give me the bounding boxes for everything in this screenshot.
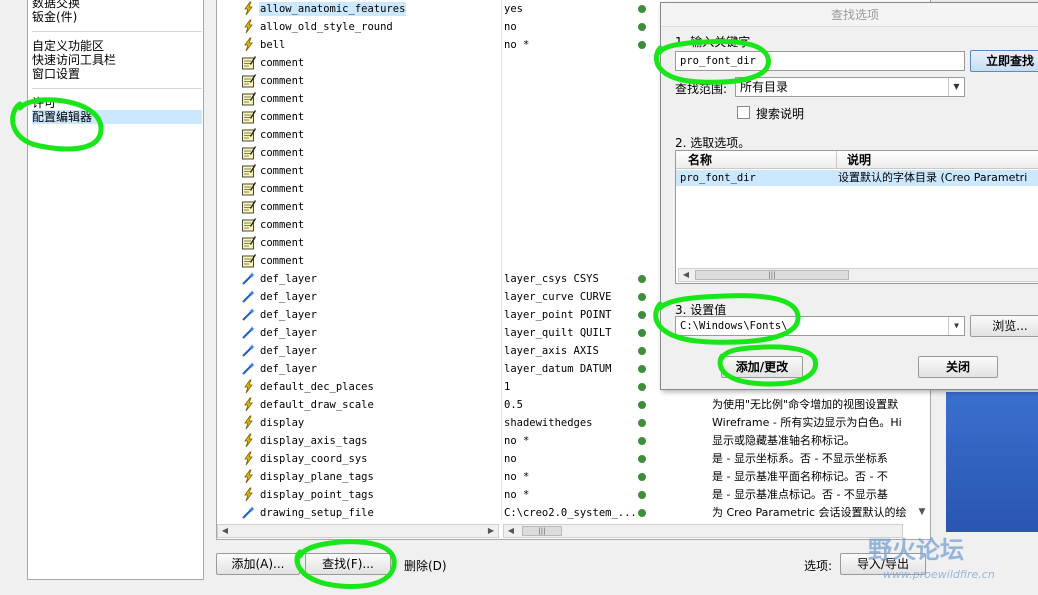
annotation-circle-config-editor (10, 97, 104, 152)
watermark-logo: 野火论坛 (868, 536, 964, 564)
annotation-circle-keyword (654, 39, 771, 85)
annotation-circle-find (294, 539, 397, 589)
annotation-circle-add-change (717, 344, 819, 387)
annotation-overlay (10, 39, 819, 589)
annotation-circle-value (653, 293, 801, 345)
watermark-url: www.proewildfire.cn (883, 568, 995, 581)
